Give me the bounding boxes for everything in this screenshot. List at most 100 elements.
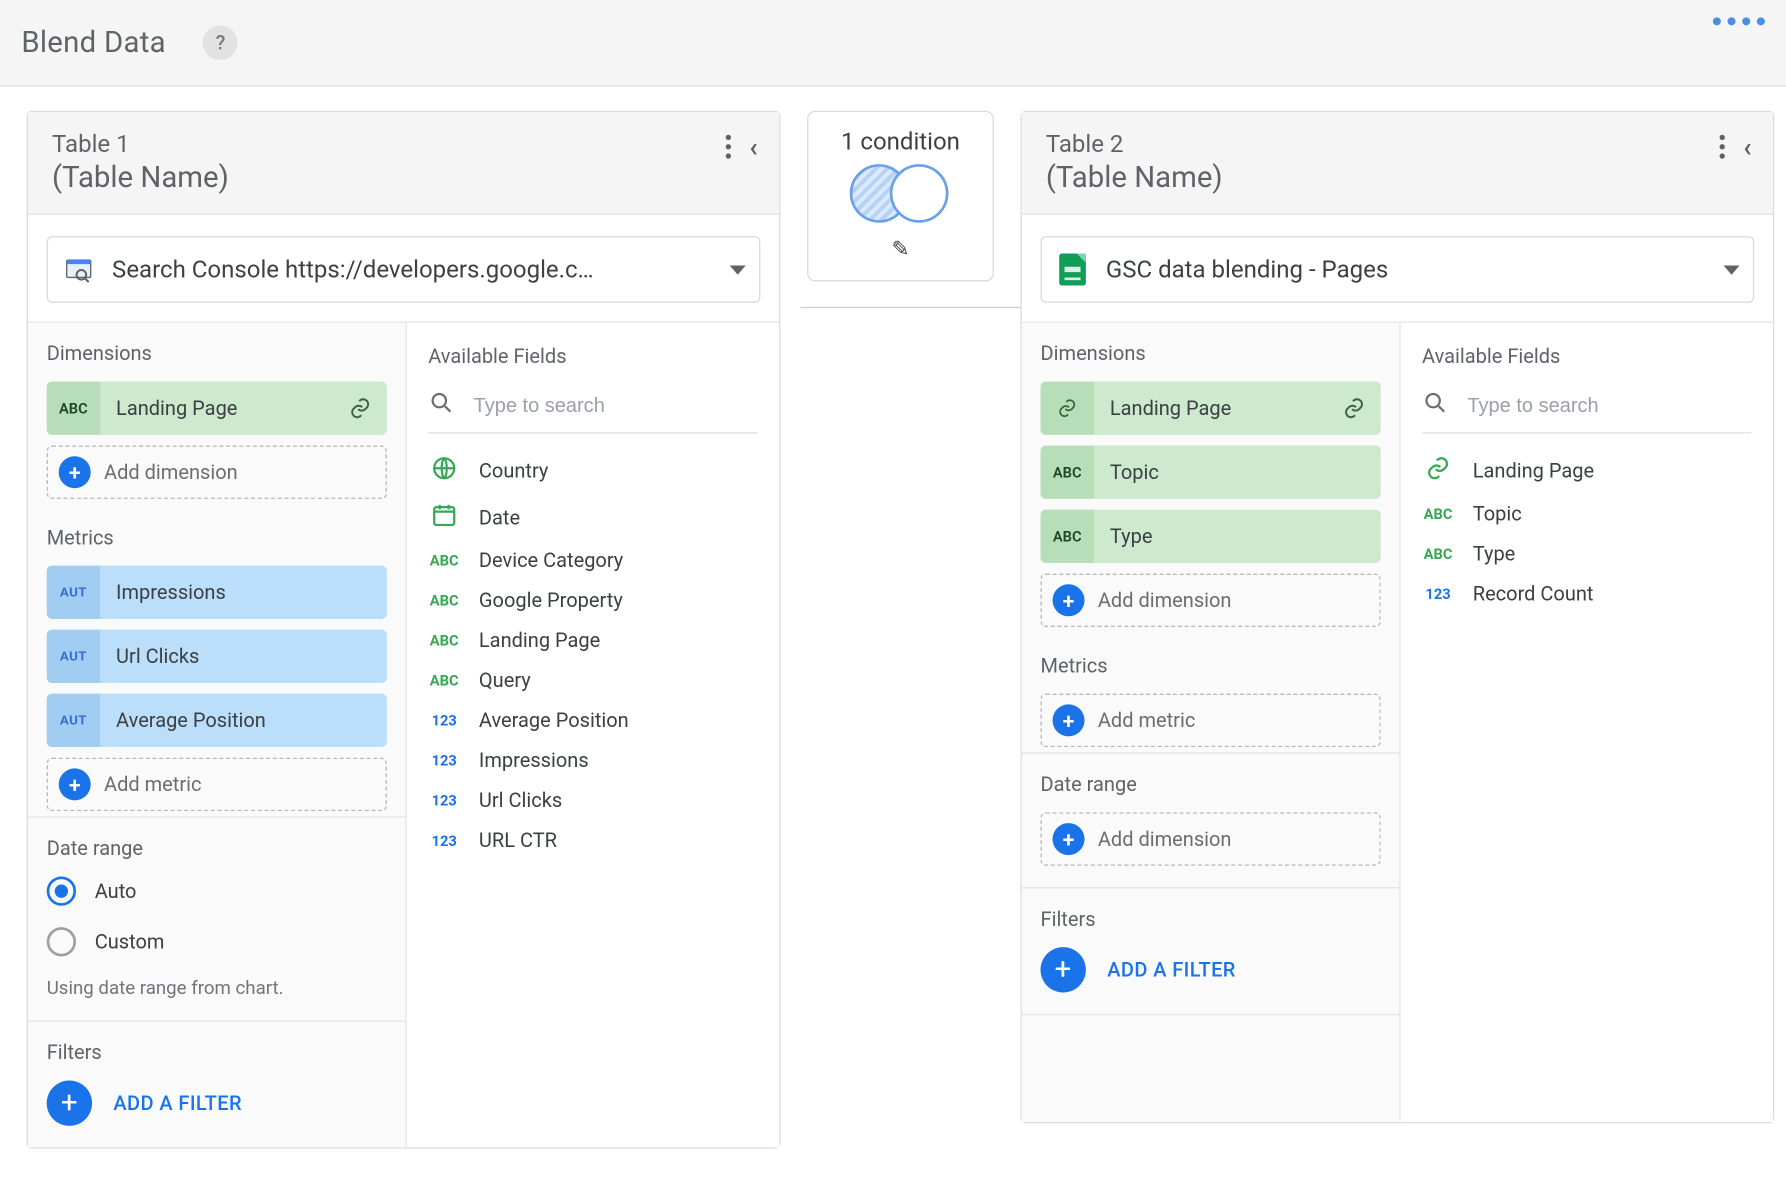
field-label: Query (479, 668, 531, 692)
field-label: Impressions (479, 748, 589, 772)
available-field-item[interactable]: Country (428, 455, 757, 486)
dropdown-caret-icon (730, 265, 746, 274)
field-label: URL CTR (479, 828, 557, 852)
add-dimension-label: Add dimension (1098, 827, 1232, 851)
table1-datasource-select[interactable]: Search Console https://developers.google… (47, 236, 761, 303)
available-field-item[interactable]: 123 Url Clicks (428, 788, 757, 812)
available-field-item[interactable]: ABCDevice Category (428, 548, 757, 572)
dimension-chip-label: Landing Page (100, 396, 333, 420)
add-dimension-button[interactable]: + Add dimension (47, 446, 387, 499)
available-field-item[interactable]: 123 Average Position (428, 708, 757, 732)
plus-icon: + (59, 768, 91, 800)
search-icon (1422, 390, 1449, 422)
plus-icon: + (47, 1081, 92, 1126)
dimension-chip-type[interactable]: ABC Type (1041, 510, 1381, 563)
search-console-icon (64, 255, 93, 284)
available-field-item[interactable]: 123Impressions (428, 748, 757, 772)
date-range-custom-radio[interactable]: Custom (47, 927, 387, 956)
number-icon: 123 (428, 711, 460, 730)
metric-chip-impressions[interactable]: AUT Impressions (47, 566, 387, 619)
add-dimension-button[interactable]: + Add dimension (1041, 574, 1381, 627)
date-range-auto-radio[interactable]: Auto (47, 876, 387, 905)
field-label: Average Position (479, 708, 629, 732)
plus-icon: + (1053, 704, 1085, 736)
topbar: Blend Data ? (0, 0, 1786, 87)
calendar-icon (428, 502, 460, 533)
metric-chip-url-clicks[interactable]: AUT Url Clicks (47, 630, 387, 683)
add-filter-button[interactable]: + ADD A FILTER (1041, 947, 1381, 992)
dimension-chip-label: Landing Page (1094, 396, 1327, 420)
table1-title: Table 1 (52, 131, 725, 159)
table1-subtitle[interactable]: (Table Name) (52, 161, 725, 194)
available-field-item[interactable]: ABCQuery (428, 668, 757, 692)
collapse-icon[interactable]: ‹ (749, 131, 757, 163)
plus-icon: + (1053, 823, 1085, 855)
google-sheets-icon (1058, 255, 1087, 284)
field-label: Country (479, 458, 548, 482)
available-field-item[interactable]: 123Record Count (1422, 582, 1751, 606)
venn-diagram-icon (847, 164, 954, 223)
more-menu-icon[interactable] (1719, 135, 1724, 159)
add-dimension-label: Add dimension (1098, 588, 1232, 612)
dropdown-caret-icon (1724, 265, 1740, 274)
radio-auto-label: Auto (95, 879, 137, 903)
join-condition-label: 1 condition (841, 128, 960, 156)
available-field-item[interactable]: 123 URL CTR (428, 828, 757, 852)
aut-badge-icon: AUT (47, 630, 100, 683)
available-field-item[interactable]: ABCGoogle Property (428, 588, 757, 612)
dimension-chip-landing-page[interactable]: ABC Landing Page (47, 382, 387, 435)
metric-chip-avg-position[interactable]: AUT Average Position (47, 694, 387, 747)
dimensions-heading: Dimensions (47, 342, 387, 366)
number-icon: 123 (1422, 584, 1454, 603)
collapse-icon[interactable]: ‹ (1743, 131, 1751, 163)
field-label: Url Clicks (479, 788, 562, 812)
abc-icon: ABC (1422, 544, 1454, 563)
available-fields-heading: Available Fields (428, 344, 757, 368)
plus-icon: + (1041, 947, 1086, 992)
link-icon (1422, 455, 1454, 486)
available-field-item[interactable]: Landing Page (1422, 455, 1751, 486)
radio-checked-icon (47, 876, 76, 905)
metric-chip-label: Average Position (100, 708, 387, 732)
available-field-item[interactable]: ABCType (1422, 542, 1751, 566)
date-range-heading: Date range (1041, 772, 1381, 796)
field-search-input[interactable] (474, 394, 758, 417)
search-icon (428, 390, 455, 422)
join-config-button[interactable]: 1 condition ✎ (807, 111, 994, 282)
aut-badge-icon: AUT (47, 566, 100, 619)
field-label: Landing Page (479, 628, 600, 652)
field-label: Topic (1473, 502, 1522, 526)
add-filter-label: ADD A FILTER (1107, 958, 1236, 982)
table-panel-2: Table 2 (Table Name) ‹ GSC data blending… (1021, 111, 1775, 1124)
filters-heading: Filters (47, 1041, 387, 1065)
table2-subtitle[interactable]: (Table Name) (1046, 161, 1719, 194)
add-dimension-label: Add dimension (104, 460, 238, 484)
help-icon[interactable]: ? (203, 25, 238, 60)
dimension-chip-landing-page[interactable]: Landing Page (1041, 382, 1381, 435)
add-metric-button[interactable]: + Add metric (47, 758, 387, 811)
datasource-label: Search Console https://developers.google… (112, 255, 711, 283)
add-metric-button[interactable]: + Add metric (1041, 694, 1381, 747)
field-search-input[interactable] (1467, 394, 1751, 417)
number-icon: 123 (428, 791, 460, 810)
radio-unchecked-icon (47, 927, 76, 956)
add-filter-button[interactable]: + ADD A FILTER (47, 1081, 387, 1126)
number-icon: 123 (428, 831, 460, 850)
field-label: Google Property (479, 588, 623, 612)
available-field-item[interactable]: Date (428, 502, 757, 533)
drag-handle-icon[interactable] (1713, 17, 1765, 68)
available-field-item[interactable]: ABC Topic (1422, 502, 1751, 526)
more-menu-icon[interactable] (725, 135, 730, 159)
abc-badge-icon: ABC (1041, 446, 1094, 499)
date-range-hint: Using date range from chart. (47, 978, 387, 999)
table1-header: Table 1 (Table Name) ‹ (28, 112, 779, 215)
abc-icon: ABC (1422, 504, 1454, 523)
table2-datasource-select[interactable]: GSC data blending - Pages (1041, 236, 1755, 303)
add-daterange-dimension-button[interactable]: + Add dimension (1041, 812, 1381, 865)
datasource-label: GSC data blending - Pages (1106, 255, 1705, 283)
available-field-item[interactable]: ABCLanding Page (428, 628, 757, 652)
dimension-chip-topic[interactable]: ABC Topic (1041, 446, 1381, 499)
table2-header: Table 2 (Table Name) ‹ (1022, 112, 1773, 215)
add-metric-label: Add metric (1098, 708, 1195, 732)
filters-heading: Filters (1041, 907, 1381, 931)
